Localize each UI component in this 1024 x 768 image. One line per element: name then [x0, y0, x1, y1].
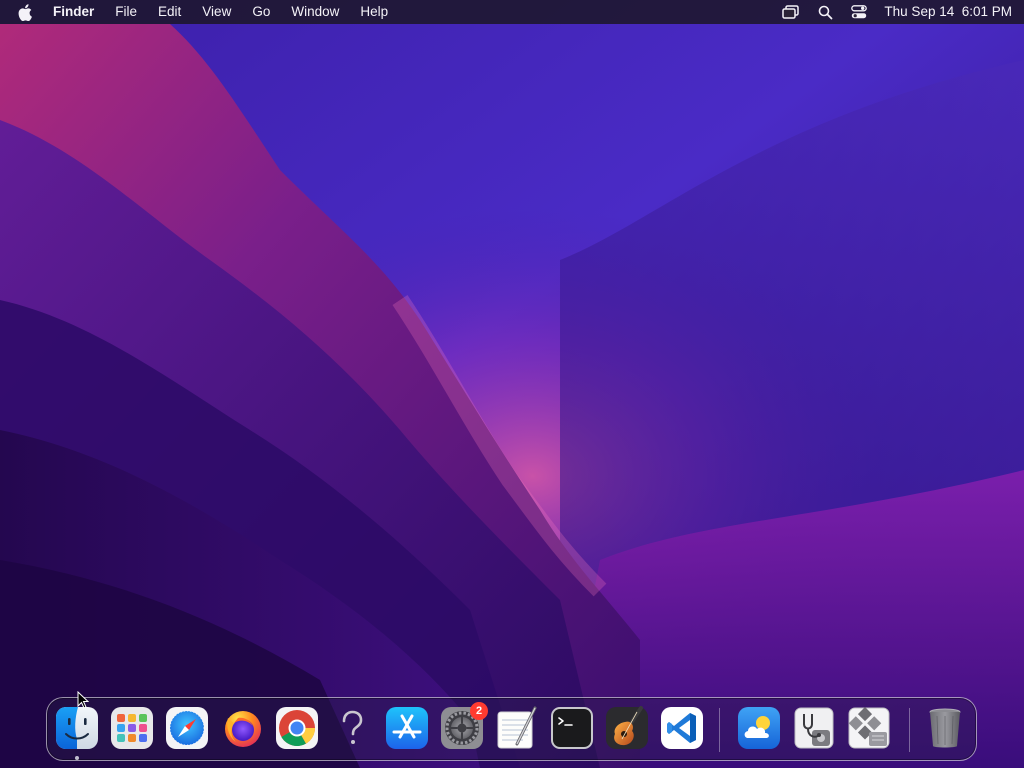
- menu-app-name[interactable]: Finder: [53, 0, 94, 24]
- dock-item-terminal[interactable]: [550, 706, 594, 750]
- dock: 2: [46, 697, 977, 761]
- menu-go[interactable]: Go: [252, 0, 270, 24]
- trash-icon: [929, 708, 961, 748]
- desktop[interactable]: Finder File Edit View Go Window Help Thu…: [0, 0, 1024, 768]
- garageband-icon: [606, 706, 648, 749]
- dock-item-help[interactable]: [330, 706, 374, 750]
- dock-item-disk-utility[interactable]: [792, 706, 836, 750]
- menu-edit[interactable]: Edit: [158, 0, 181, 24]
- finder-running-indicator: [75, 756, 79, 760]
- dock-separator-trash: [909, 708, 910, 752]
- dock-item-launchpad[interactable]: [110, 706, 154, 750]
- firefox-icon: [225, 711, 261, 747]
- menu-bar-clock[interactable]: Thu Sep 14 6:01 PM: [884, 0, 1012, 24]
- dock-item-weather[interactable]: [737, 706, 781, 750]
- disk-utility-icon: [794, 707, 834, 749]
- terminal-icon: [551, 707, 593, 749]
- mouse-pointer-icon: [77, 691, 89, 709]
- screen-mirroring-icon[interactable]: [780, 3, 802, 21]
- question-mark-icon: [342, 710, 363, 744]
- menu-help[interactable]: Help: [360, 0, 388, 24]
- dock-item-trash[interactable]: [923, 706, 967, 750]
- bootcamp-icon: [848, 707, 890, 749]
- control-center-icon[interactable]: [848, 3, 870, 21]
- dock-item-garageband[interactable]: [605, 706, 649, 750]
- menu-bar: Finder File Edit View Go Window Help Thu…: [0, 0, 1024, 24]
- chrome-icon: [276, 707, 318, 749]
- menu-view[interactable]: View: [202, 0, 231, 24]
- dock-item-firefox[interactable]: [220, 706, 264, 750]
- launchpad-icon: [111, 707, 153, 749]
- wallpaper: [0, 0, 1024, 768]
- dock-item-textedit[interactable]: [495, 706, 539, 750]
- system-preferences-badge: 2: [470, 702, 488, 720]
- dock-item-finder[interactable]: [55, 706, 99, 750]
- weather-icon: [738, 707, 780, 749]
- menu-file[interactable]: File: [115, 0, 137, 24]
- textedit-icon: [497, 706, 537, 749]
- safari-icon: [166, 707, 208, 749]
- dock-item-vscode[interactable]: [660, 706, 704, 750]
- dock-separator: [719, 708, 720, 752]
- dock-item-safari[interactable]: [165, 706, 209, 750]
- app-store-icon: [386, 707, 428, 749]
- dock-item-chrome[interactable]: [275, 706, 319, 750]
- spotlight-search-icon[interactable]: [814, 3, 836, 21]
- vscode-icon: [661, 707, 703, 749]
- menu-window[interactable]: Window: [291, 0, 339, 24]
- dock-item-app-store[interactable]: [385, 706, 429, 750]
- apple-menu-icon[interactable]: [18, 3, 34, 21]
- finder-icon: [56, 707, 98, 749]
- dock-item-bootcamp[interactable]: [847, 706, 891, 750]
